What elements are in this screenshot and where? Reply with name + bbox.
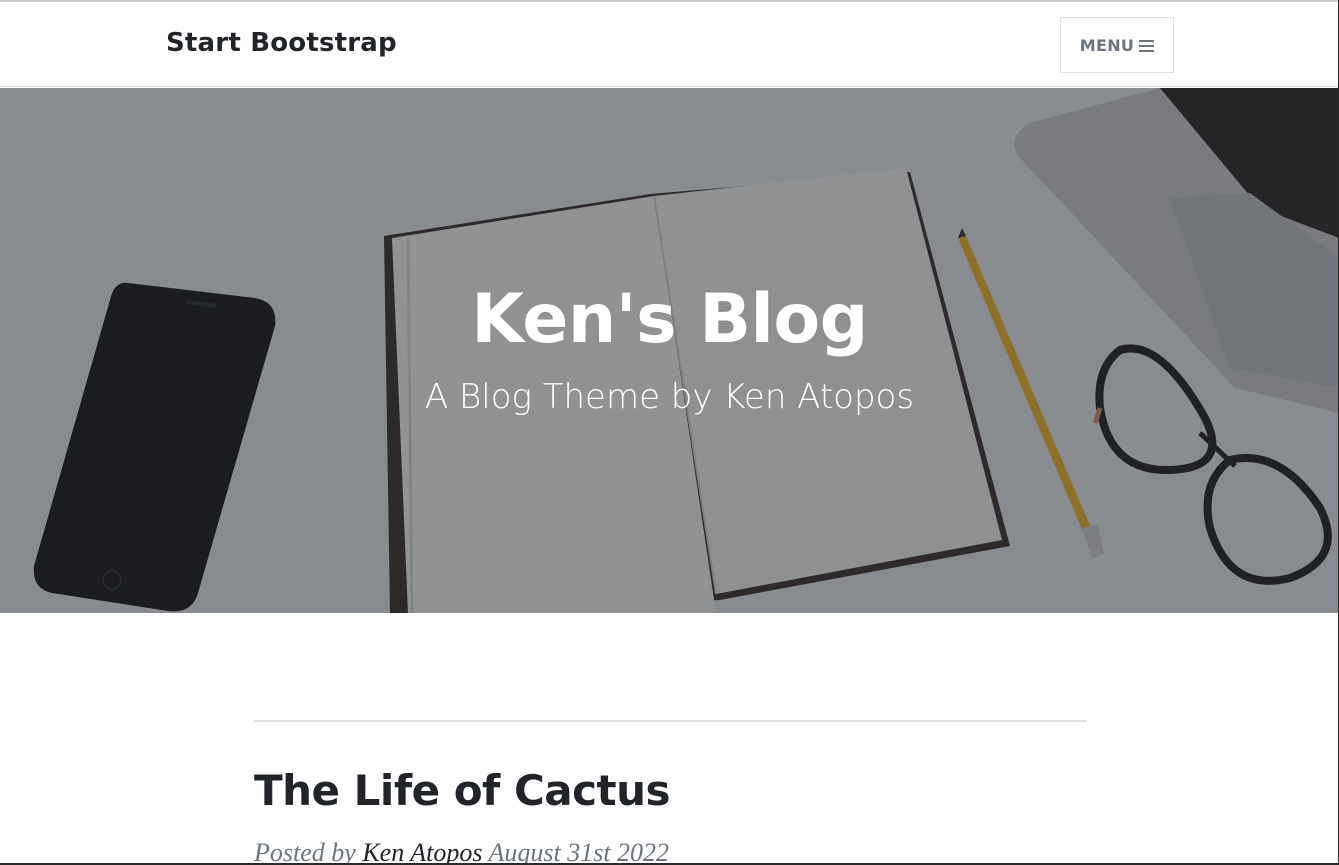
hamburger-icon xyxy=(1139,39,1155,52)
site-subheading: A Blog Theme by Ken Atopos xyxy=(424,377,915,417)
post-author-link[interactable]: Ken Atopos xyxy=(362,838,482,865)
navbar: Start Bootstrap MENU xyxy=(0,2,1339,87)
post-divider xyxy=(254,720,1087,722)
masthead: Ken's Blog A Blog Theme by Ken Atopos xyxy=(0,88,1339,613)
post-date: August 31st 2022 xyxy=(488,838,670,865)
menu-toggle-button[interactable]: MENU xyxy=(1060,17,1174,73)
post-meta-prefix: Posted by xyxy=(254,838,356,865)
site-heading: Ken's Blog xyxy=(471,280,868,359)
navbar-brand-link[interactable]: Start Bootstrap xyxy=(166,28,397,58)
menu-label: MENU xyxy=(1079,35,1135,55)
post-title-link[interactable]: The Life of Cactus xyxy=(254,766,670,815)
post-meta: Posted by Ken Atopos August 31st 2022 xyxy=(254,838,669,865)
